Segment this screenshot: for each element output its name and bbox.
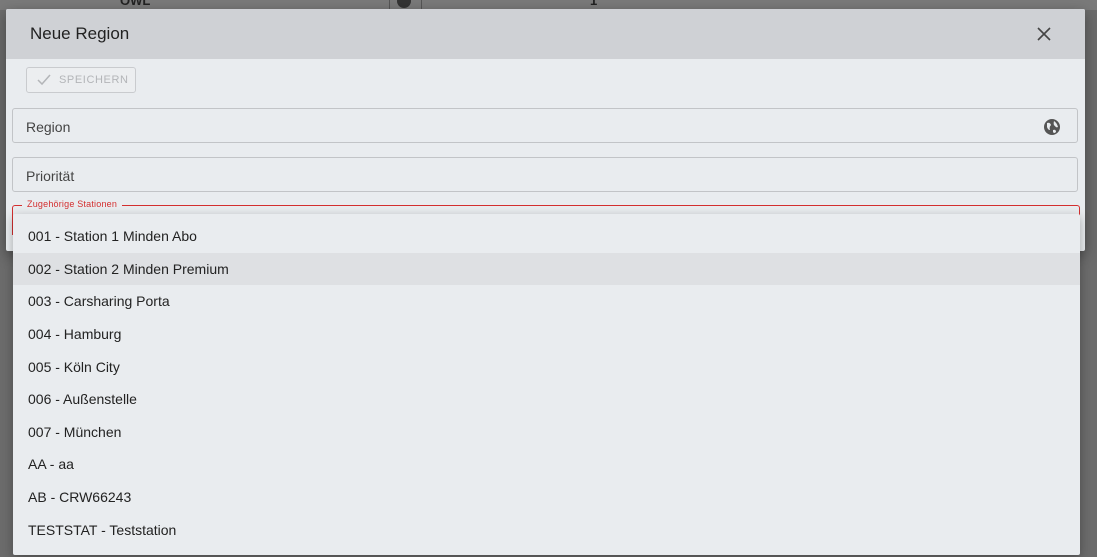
dropdown-option[interactable]: AB - CRW66243 xyxy=(13,481,1080,514)
priority-field-label: Priorität xyxy=(26,168,75,184)
dropdown-option[interactable]: 004 - Hamburg xyxy=(13,318,1080,351)
dialog-header: Neue Region xyxy=(6,9,1085,59)
save-button[interactable]: SPEICHERN xyxy=(26,67,136,93)
dropdown-option[interactable]: 007 - München xyxy=(13,416,1080,449)
dropdown-option[interactable]: 006 - Außenstelle xyxy=(13,383,1080,416)
close-icon xyxy=(1037,27,1051,41)
dropdown-option[interactable]: 002 - Station 2 Minden Premium xyxy=(13,252,1080,286)
globe-icon[interactable] xyxy=(1043,118,1061,136)
background-cell-text: OWL xyxy=(120,0,151,8)
globe-icon xyxy=(397,0,411,8)
region-field-label: Region xyxy=(26,119,71,135)
dropdown-option[interactable]: 001 - Station 1 Minden Abo xyxy=(13,220,1080,253)
dropdown-option[interactable]: 005 - Köln City xyxy=(13,350,1080,383)
dropdown-option[interactable]: 003 - Carsharing Porta xyxy=(13,285,1080,318)
stations-field-label: Zugehörige Stationen xyxy=(22,199,123,209)
save-button-label: SPEICHERN xyxy=(59,74,129,86)
background-cell-text: 1 xyxy=(590,0,598,8)
region-field[interactable]: Region xyxy=(12,108,1078,143)
dropdown-option[interactable]: AA - aa xyxy=(13,448,1080,481)
check-icon xyxy=(37,74,51,86)
priority-field[interactable]: Priorität xyxy=(12,157,1078,192)
close-button[interactable] xyxy=(1033,23,1055,45)
dialog-toolbar: SPEICHERN xyxy=(6,59,1085,103)
dropdown-option[interactable]: TESTSTAT - Teststation xyxy=(13,513,1080,546)
stations-dropdown: 001 - Station 1 Minden Abo 002 - Station… xyxy=(13,214,1080,555)
dialog-title: Neue Region xyxy=(30,24,130,43)
